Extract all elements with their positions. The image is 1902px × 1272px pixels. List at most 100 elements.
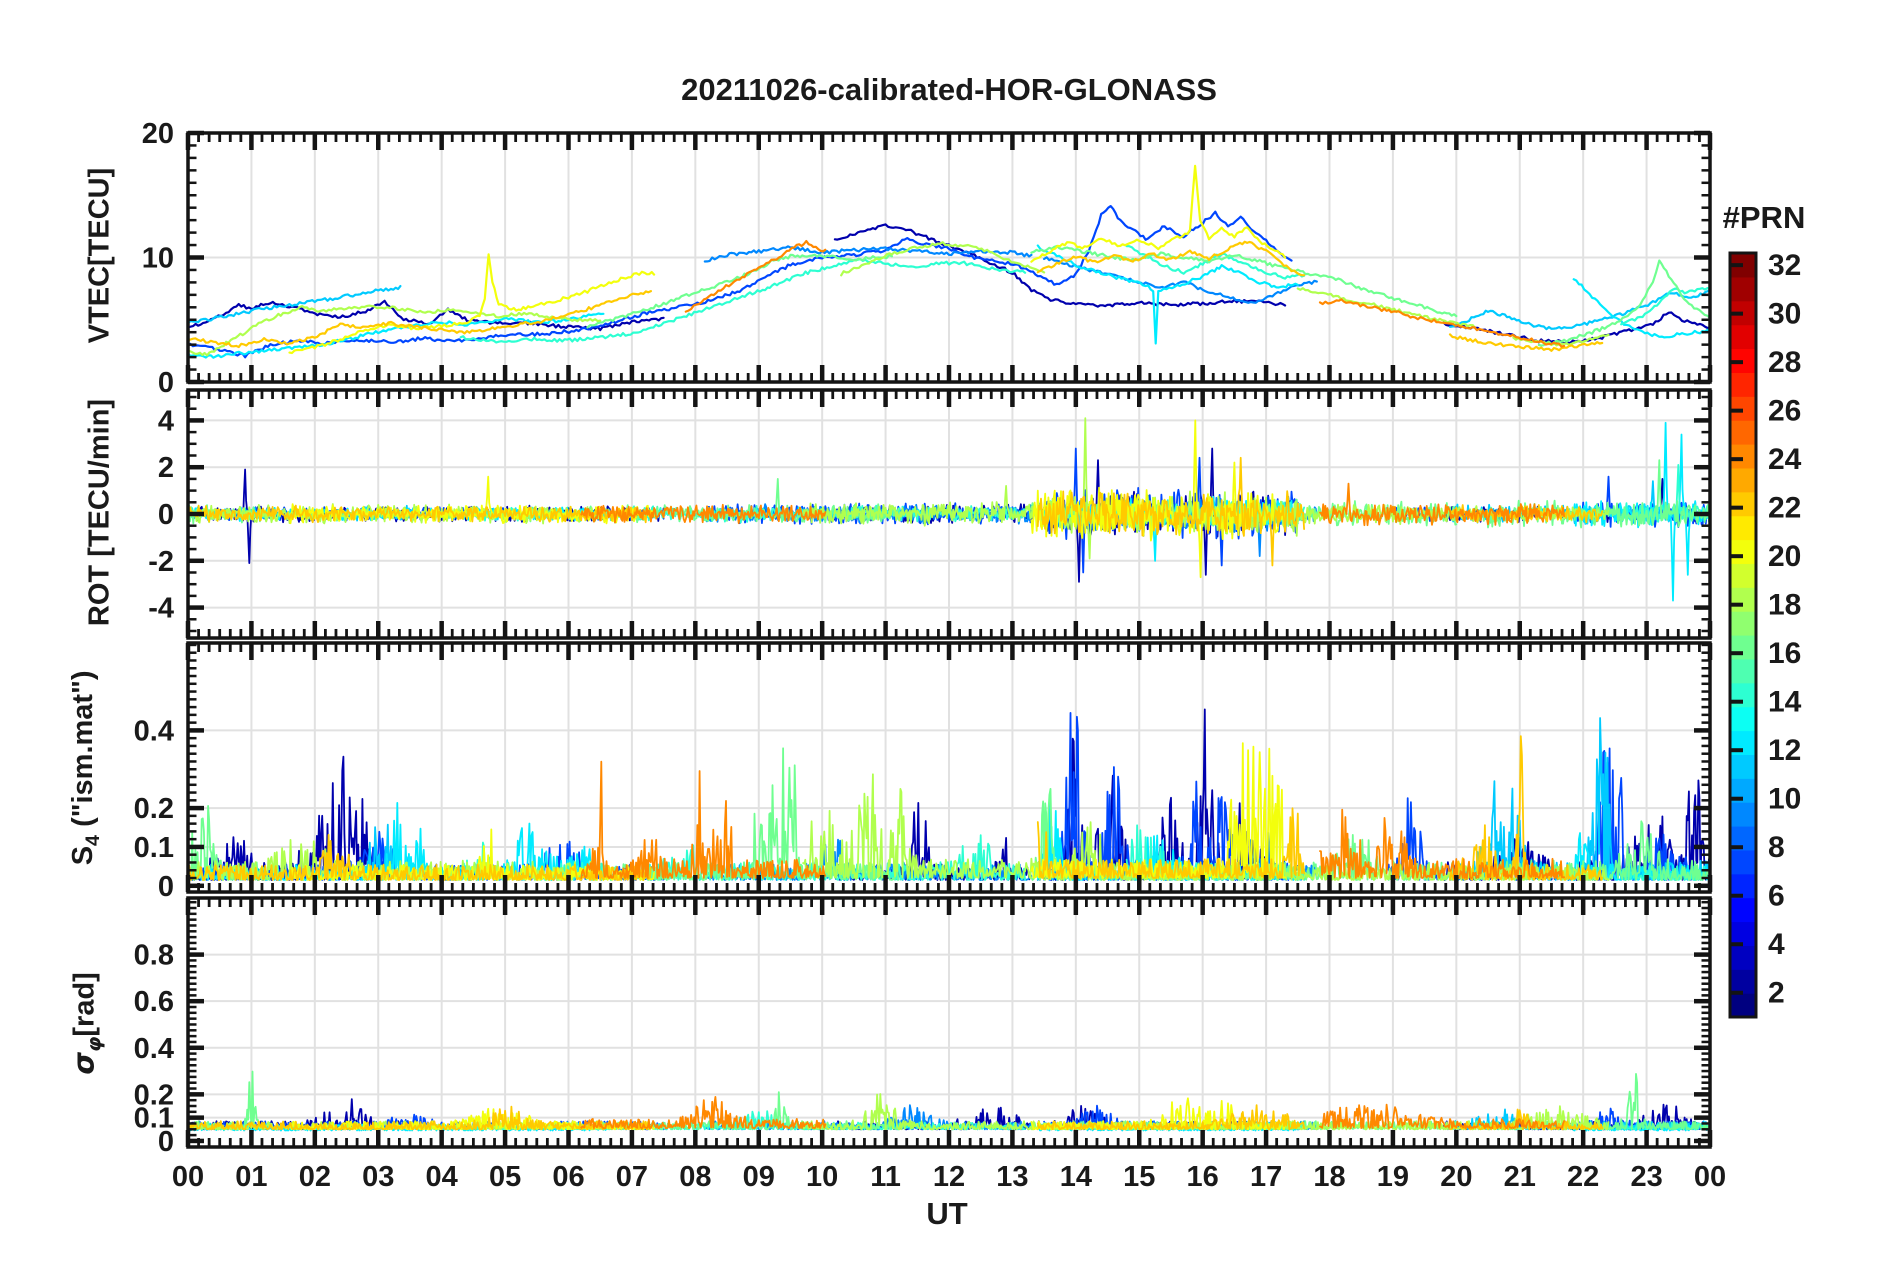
- colorbar-tick-label: 6: [1768, 880, 1785, 913]
- xtick-label: 10: [806, 1161, 838, 1193]
- colorbar-step: [1730, 491, 1756, 517]
- xtick-label: 11: [870, 1161, 901, 1193]
- sigma-subscript: φ: [82, 1036, 106, 1053]
- ytick-label: 0: [158, 499, 174, 531]
- colorbar-tick-label: 16: [1768, 637, 1801, 670]
- series-line-prn-11: [1448, 289, 1709, 331]
- ytick-labels-sigma: 00.10.20.40.60.8: [134, 940, 174, 1158]
- colorbar-step: [1730, 539, 1756, 564]
- colorbar-tick-label: 28: [1768, 346, 1801, 379]
- xtick-label: 03: [362, 1161, 394, 1193]
- colorbar-title: #PRN: [1722, 200, 1806, 235]
- xtick-label: 06: [552, 1161, 584, 1193]
- colorbar-tick-label: 32: [1768, 249, 1801, 282]
- xtick-label: 13: [996, 1161, 1028, 1193]
- series-line-prn-14: [459, 258, 1027, 344]
- xtick-label: 00: [172, 1161, 204, 1193]
- series-line-prn-12: [189, 312, 605, 359]
- xtick-label: 08: [679, 1161, 711, 1193]
- colorbar-step: [1730, 563, 1756, 588]
- colorbar-step: [1730, 467, 1756, 493]
- xtick-label: 07: [616, 1161, 648, 1193]
- colorbar-tick-label: 18: [1768, 589, 1801, 622]
- sigma-suffix: [rad]: [68, 972, 101, 1037]
- sigma-symbol: σ: [66, 1052, 101, 1075]
- colorbar-tick-label: 22: [1768, 492, 1801, 525]
- ytick-label: 2: [158, 452, 174, 484]
- ytick-label: -4: [148, 593, 174, 625]
- xtick-label: 09: [743, 1161, 775, 1193]
- gridlines-sigma: [188, 898, 1710, 1147]
- xtick-label: 00: [1694, 1161, 1726, 1193]
- colorbar-tick-label: 2: [1768, 977, 1785, 1010]
- colorbar-tick-label: 26: [1768, 395, 1801, 428]
- xtick-label: 19: [1377, 1161, 1409, 1193]
- colorbar-tick-label: 20: [1768, 540, 1801, 573]
- colorbar-tick-label: 30: [1768, 298, 1801, 331]
- colorbar-step: [1730, 658, 1756, 684]
- colorbar-step: [1730, 420, 1756, 445]
- ytick-label: 0.1: [134, 832, 174, 864]
- colorbar-step: [1730, 969, 1756, 994]
- colorbar-tick-label: 24: [1768, 443, 1802, 476]
- colorbar-step: [1730, 396, 1756, 421]
- ytick-label: 0.6: [134, 986, 174, 1018]
- colorbar-step: [1730, 706, 1756, 732]
- xtick-labels: 00 01 02 03 04 05 06 07 08 09 10 11 12 13 14 15 16 17 18 19…: [172, 1161, 1726, 1193]
- xtick-label: 01: [235, 1161, 267, 1193]
- s4-suffix: ("ism.mat"): [67, 670, 100, 835]
- chart-canvas: 01020-4-202400.10.20.400.10.20.40.60.800…: [134, 118, 1802, 1193]
- ytick-label: -2: [148, 546, 174, 578]
- colorbar-step: [1730, 372, 1756, 397]
- ytick-label: 4: [158, 405, 174, 437]
- colorbar-tick-label: 14: [1768, 686, 1802, 719]
- colorbar-tick-label: 8: [1768, 831, 1785, 864]
- colorbar-step: [1730, 754, 1756, 779]
- ytick-label: 0.8: [134, 940, 174, 972]
- colorbar-step: [1730, 945, 1756, 970]
- xlabel-ut: UT: [926, 1196, 968, 1231]
- ytick-labels-rot: -4 -2 0 2 4: [148, 405, 174, 624]
- xtick-label: 17: [1250, 1161, 1282, 1193]
- xtick-label: 23: [1630, 1161, 1662, 1193]
- colorbar-step: [1730, 515, 1756, 541]
- colorbar-step: [1730, 993, 1756, 1018]
- ytick-labels-vtec: 0 10 20: [142, 118, 174, 399]
- ytick-label: 0: [158, 367, 174, 399]
- colorbar-step: [1730, 897, 1756, 923]
- series-line-prn-16: [189, 1070, 272, 1131]
- colorbar-step: [1730, 635, 1756, 660]
- xtick-label: 12: [933, 1161, 965, 1193]
- ytick-label: 20: [142, 118, 174, 150]
- chart-title: 20211026-calibrated-HOR-GLONASS: [681, 72, 1217, 107]
- xtick-label: 05: [489, 1161, 521, 1193]
- ytick-label: 0.4: [134, 1033, 174, 1065]
- series-line-prn-18: [802, 773, 1045, 879]
- ytick-label: 0.2: [134, 793, 174, 825]
- series-line-prn-20: [1030, 419, 1286, 579]
- xtick-label: 02: [299, 1161, 331, 1193]
- figure: 0 10 20 -4 -2 0 2 4 0 0.1 0.2 0.4 0 0.1 0.2 0.4 0.6 0.8 00…: [0, 0, 1902, 1272]
- ytick-label: 0.2: [134, 1079, 174, 1111]
- colorbar-step: [1730, 849, 1756, 875]
- colorbar-step: [1730, 324, 1756, 350]
- xtick-label: 15: [1123, 1161, 1155, 1193]
- colorbar-tick-label: 10: [1768, 783, 1801, 816]
- xtick-label: 20: [1440, 1161, 1472, 1193]
- ytick-labels-s4: 0 0.1 0.2 0.4: [134, 715, 174, 902]
- colorbar: 2468101214161820222426283032: [1728, 249, 1802, 1019]
- ytick-label: 0.4: [134, 715, 174, 747]
- colorbar-step: [1730, 611, 1756, 636]
- colorbar-tick-label: 4: [1768, 928, 1785, 961]
- xtick-label: 04: [426, 1161, 458, 1193]
- xtick-label: 18: [1313, 1161, 1345, 1193]
- ylabel-sigma: σφ[rad]: [67, 833, 106, 1213]
- gridlines-vtec: [188, 133, 1710, 382]
- colorbar-step: [1730, 802, 1756, 827]
- xtick-label: 16: [1187, 1161, 1219, 1193]
- xtick-label: 14: [1060, 1161, 1092, 1193]
- ytick-label: 10: [142, 243, 174, 275]
- colorbar-step: [1730, 587, 1756, 612]
- colorbar-step: [1730, 444, 1756, 469]
- xtick-label: 22: [1567, 1161, 1599, 1193]
